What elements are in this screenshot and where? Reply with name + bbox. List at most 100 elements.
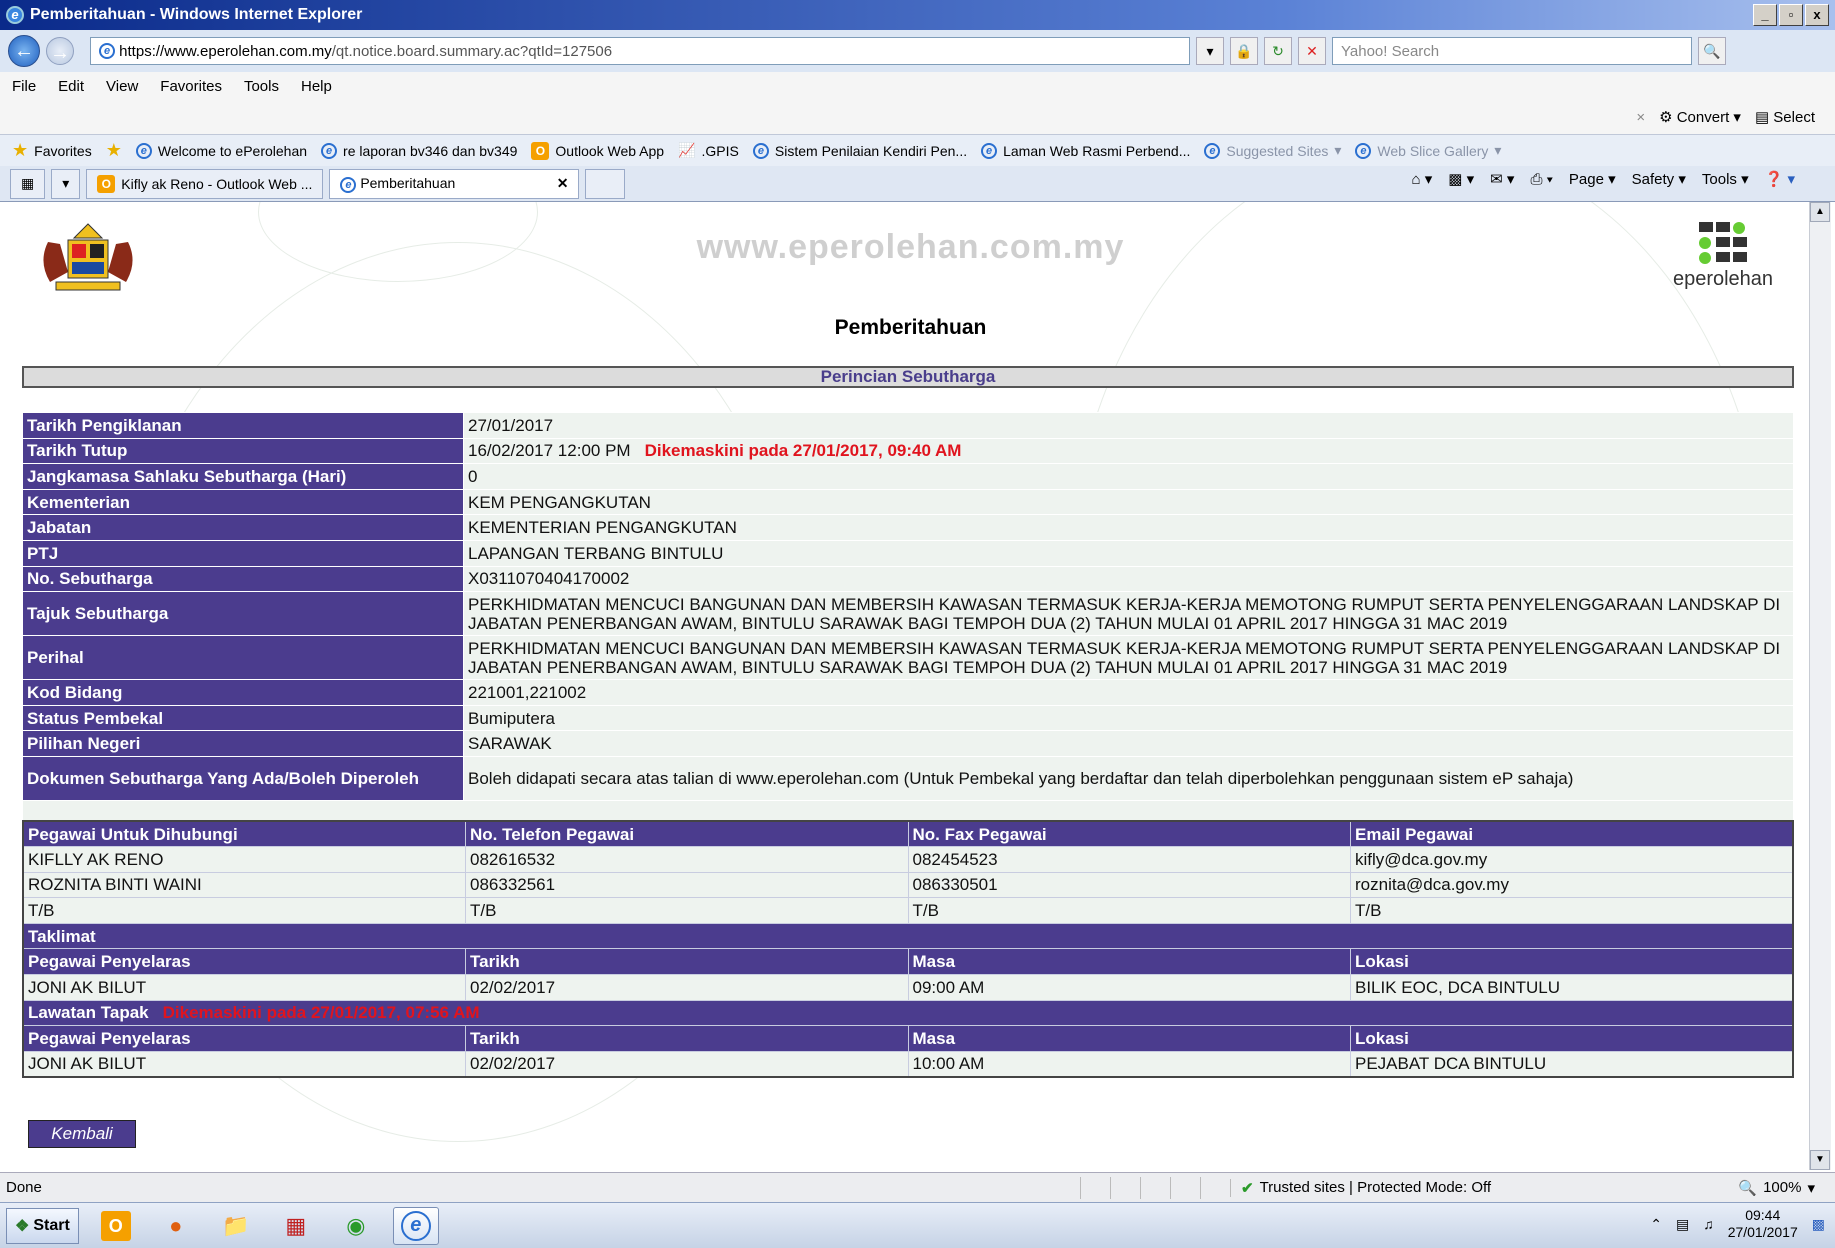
start-button[interactable]: ❖ Start bbox=[6, 1207, 79, 1244]
contact-email: kifly@dca.gov.my bbox=[1350, 846, 1794, 873]
address-row: ← → e https://www. eperolehan.com.my/qt.n… bbox=[0, 30, 1835, 72]
favorite-link[interactable]: e Laman Web Rasmi Perbend... bbox=[981, 142, 1190, 159]
security-zone[interactable]: ✔ Trusted sites | Protected Mode: Off bbox=[1230, 1178, 1570, 1197]
network-icon[interactable]: ▤ bbox=[1676, 1216, 1689, 1233]
contact-name: T/B bbox=[22, 897, 466, 924]
scroll-up-icon[interactable]: ▲ bbox=[1810, 202, 1830, 222]
table-row: Tarikh Pengiklanan 27/01/2017 bbox=[22, 412, 1794, 439]
kembali-button[interactable]: Kembali bbox=[28, 1120, 136, 1148]
contact-fax: 086330501 bbox=[907, 871, 1351, 899]
ie-taskbar-icon[interactable]: e bbox=[392, 1206, 439, 1245]
volume-icon[interactable]: ♫ bbox=[1703, 1216, 1714, 1232]
show-hidden-icons-icon[interactable]: ⌃ bbox=[1650, 1216, 1662, 1233]
field-value: PERKHIDMATAN MENCUCI BANGUNAN DAN MEMBER… bbox=[468, 638, 1781, 677]
table-row: Jangkamasa Sahlaku Sebutharga (Hari) 0 bbox=[22, 463, 1794, 490]
menu-tools[interactable]: Tools bbox=[244, 78, 279, 95]
web-slice-gallery-link[interactable]: e Web Slice Gallery ▾ bbox=[1355, 142, 1501, 159]
help-icon[interactable]: ❓ ▾ bbox=[1765, 170, 1795, 188]
ie-page-icon: e bbox=[1204, 142, 1221, 159]
home-icon[interactable]: ⌂ ▾ bbox=[1412, 170, 1433, 188]
window-titlebar: e Pemberitahuan - Windows Internet Explo… bbox=[0, 0, 1835, 30]
minimize-button[interactable]: _ bbox=[1753, 4, 1777, 26]
lock-icon[interactable]: 🔒 bbox=[1230, 37, 1258, 65]
field-value: 27/01/2017 bbox=[468, 415, 554, 435]
select-label: Select bbox=[1773, 109, 1815, 126]
stop-icon[interactable]: ✕ bbox=[1298, 37, 1326, 65]
outlook-icon: O bbox=[97, 174, 116, 193]
back-button[interactable]: ← bbox=[8, 35, 40, 67]
favorite-link[interactable]: e Sistem Penilaian Kendiri Pen... bbox=[752, 142, 967, 159]
url-path: /qt.notice.board.summary.ac?qtId=127506 bbox=[331, 42, 613, 60]
table-row: Status Pembekal Bumiputera bbox=[22, 704, 1794, 732]
zone-label: Trusted sites | Protected Mode: Off bbox=[1259, 1179, 1492, 1196]
address-bar[interactable]: e https://www. eperolehan.com.my/qt.notic… bbox=[90, 37, 1190, 65]
quick-tabs-button[interactable]: ▦ bbox=[10, 168, 46, 199]
tools-menu[interactable]: Tools ▾ bbox=[1702, 170, 1749, 188]
refresh-icon[interactable]: ↻ bbox=[1264, 37, 1292, 65]
favorite-label: Web Slice Gallery bbox=[1377, 142, 1489, 159]
table-row: Tarikh Tutup 16/02/2017 12:00 PM Dikemaski… bbox=[22, 437, 1794, 465]
ie-page-icon: e bbox=[1355, 142, 1372, 159]
show-desktop-icon[interactable]: ▩ bbox=[1812, 1216, 1825, 1233]
quotation-details-table: Tarikh Pengiklanan 27/01/2017 Tarikh Tutup… bbox=[22, 412, 1794, 827]
outlook-taskbar-icon[interactable]: O bbox=[93, 1207, 139, 1245]
scroll-down-icon[interactable]: ▼ bbox=[1810, 1150, 1830, 1170]
header-cell: Lokasi bbox=[1350, 948, 1794, 976]
tab-pemberitahuan[interactable]: e Pemberitahuan ✕ bbox=[329, 168, 580, 199]
page-content: www.eperolehan.com.my eperolehan Pemberi… bbox=[8, 202, 1813, 1170]
menu-favorites[interactable]: Favorites bbox=[160, 78, 222, 95]
suggested-sites-link[interactable]: e Suggested Sites ▾ bbox=[1204, 142, 1341, 159]
vertical-scrollbar[interactable]: ▲ ▼ bbox=[1809, 202, 1831, 1170]
safety-menu[interactable]: Safety ▾ bbox=[1632, 170, 1686, 188]
select-button[interactable]: ▤ Select bbox=[1755, 108, 1815, 126]
chrome-taskbar-icon[interactable]: ◉ bbox=[333, 1207, 379, 1245]
zoom-control[interactable]: 🔍 100% ▾ bbox=[1738, 1179, 1835, 1197]
menu-help[interactable]: Help bbox=[301, 78, 332, 95]
coordinator-name: JONI AK BILUT bbox=[22, 974, 466, 1001]
maximize-button[interactable]: ▫ bbox=[1779, 4, 1803, 26]
new-tab-button[interactable] bbox=[585, 168, 626, 199]
header-cell: Pegawai Penyelaras bbox=[22, 1025, 466, 1052]
forward-button[interactable]: → bbox=[46, 37, 74, 65]
print-icon[interactable]: ⎙ ▾ bbox=[1530, 171, 1552, 188]
header-cell: Tarikh bbox=[465, 1025, 909, 1052]
favorites-button[interactable]: ★ Favorites bbox=[12, 140, 92, 161]
briefing-time: 09:00 AM bbox=[907, 974, 1351, 1001]
favorites-label: Favorites bbox=[34, 142, 92, 159]
contact-phone: 086332561 bbox=[465, 871, 909, 899]
favorite-link[interactable]: e Welcome to ePerolehan bbox=[135, 142, 307, 159]
tab-list-button[interactable]: ▾ bbox=[51, 168, 81, 199]
close-toolbar-icon[interactable]: × bbox=[1636, 109, 1645, 126]
favorite-link[interactable]: O Outlook Web App bbox=[531, 141, 664, 160]
zoom-icon: 🔍 bbox=[1738, 1179, 1758, 1197]
tab-outlook[interactable]: O Kifly ak Reno - Outlook Web ... bbox=[86, 168, 324, 199]
convert-button[interactable]: ⚙ Convert ▾ bbox=[1659, 108, 1741, 126]
close-window-button[interactable]: x bbox=[1805, 4, 1829, 26]
favorite-link[interactable]: 📈 .GPIS bbox=[678, 142, 739, 159]
search-placeholder: Yahoo! Search bbox=[1341, 42, 1440, 60]
header-cell: Lokasi bbox=[1350, 1025, 1794, 1052]
search-input[interactable]: Yahoo! Search bbox=[1332, 37, 1692, 65]
menu-edit[interactable]: Edit bbox=[58, 78, 84, 95]
apps-taskbar-icon[interactable]: ▦ bbox=[273, 1207, 319, 1245]
feeds-icon[interactable]: ▩ ▾ bbox=[1448, 170, 1474, 188]
menu-file[interactable]: File bbox=[12, 78, 36, 95]
taskbar: ❖ Start O ● 📁 ▦ ◉ e ⌃ ▤ ♫ 09:44 27/01/201… bbox=[0, 1202, 1835, 1248]
clock[interactable]: 09:44 27/01/2017 bbox=[1728, 1207, 1798, 1241]
firefox-taskbar-icon[interactable]: ● bbox=[153, 1207, 199, 1245]
file-explorer-taskbar-icon[interactable]: 📁 bbox=[213, 1207, 259, 1245]
contact-header-row: Pegawai Untuk Dihubungi No. Telefon Pega… bbox=[22, 820, 1794, 848]
dropdown-arrow-icon[interactable]: ▾ bbox=[1196, 37, 1224, 65]
mail-icon[interactable]: ✉ ▾ bbox=[1490, 170, 1514, 188]
url-scheme: https://www. bbox=[119, 42, 201, 60]
watermark-url: www.eperolehan.com.my bbox=[696, 228, 1125, 266]
close-tab-icon[interactable]: ✕ bbox=[557, 175, 569, 192]
header-cell: Pegawai Untuk Dihubungi bbox=[22, 820, 466, 848]
search-icon[interactable]: 🔍 bbox=[1698, 37, 1726, 65]
url-host: eperolehan.com.my bbox=[200, 42, 332, 60]
page-menu[interactable]: Page ▾ bbox=[1569, 170, 1616, 188]
favorite-link[interactable]: e re laporan bv346 dan bv349 bbox=[321, 142, 517, 159]
add-favorite-icon[interactable]: ★ bbox=[106, 140, 122, 161]
table-row: Jabatan KEMENTERIAN PENGANGKUTAN bbox=[22, 514, 1794, 541]
menu-view[interactable]: View bbox=[106, 78, 138, 95]
